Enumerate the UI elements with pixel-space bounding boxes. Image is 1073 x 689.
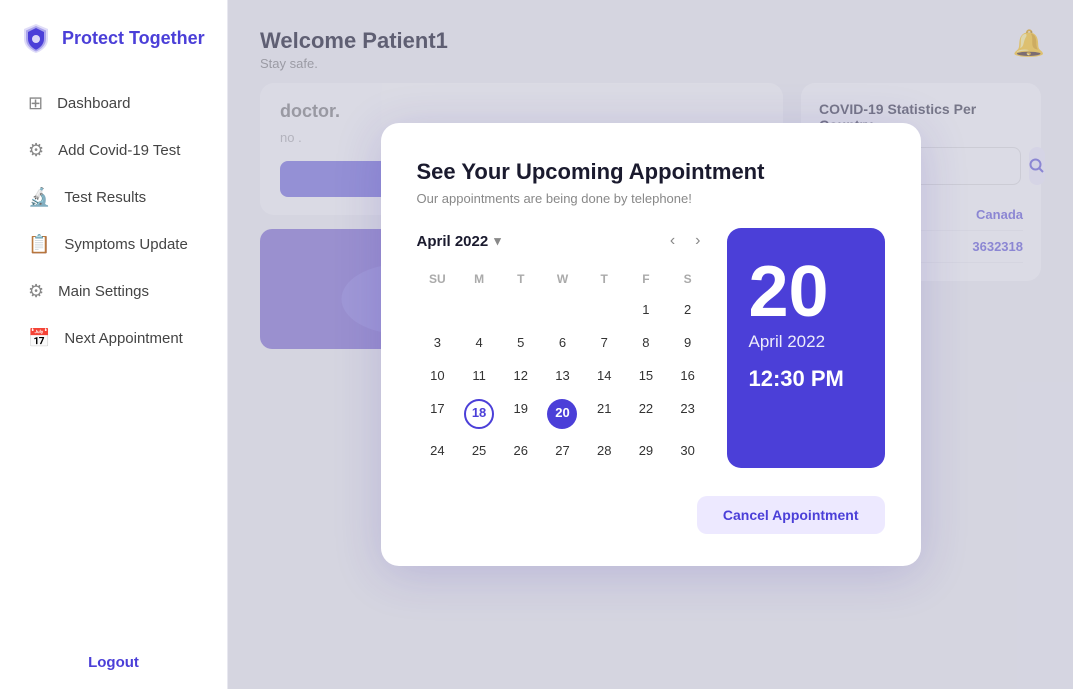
cal-day-header: W (542, 268, 584, 294)
sidebar-item-label: Next Appointment (64, 330, 182, 347)
cal-cell[interactable]: 13 (542, 360, 584, 393)
month-selector[interactable]: April 2022 ▾ (417, 233, 501, 250)
cal-cell[interactable]: 4 (458, 327, 500, 360)
sidebar-item-settings[interactable]: ⚙ Main Settings (12, 270, 215, 313)
sidebar-item-test-results[interactable]: 🔬 Test Results (12, 176, 215, 219)
cal-cell[interactable]: 23 (667, 393, 709, 435)
modal-title: See Your Upcoming Appointment (417, 159, 885, 185)
test-results-icon: 🔬 (28, 187, 50, 208)
appointment-info-panel: 20 April 2022 12:30 PM (727, 228, 885, 467)
sidebar-item-label: Test Results (64, 189, 146, 206)
sidebar-item-symptoms[interactable]: 📋 Symptoms Update (12, 223, 215, 266)
dashboard-icon: ⊞ (28, 93, 43, 114)
appt-month-year: April 2022 (749, 332, 826, 352)
cal-day-header: T (500, 268, 542, 294)
sidebar-item-label: Symptoms Update (64, 236, 187, 253)
cal-cell[interactable]: 27 (542, 435, 584, 468)
calendar-grid: SUMTWTFS12345678910111213141516171819202… (417, 268, 709, 467)
month-label: April 2022 (417, 233, 489, 250)
cal-cell[interactable]: 12 (500, 360, 542, 393)
cal-cell[interactable]: 15 (625, 360, 667, 393)
cal-cell[interactable]: 26 (500, 435, 542, 468)
cal-cell (583, 294, 625, 327)
cal-cell[interactable]: 24 (417, 435, 459, 468)
shield-icon (20, 22, 52, 54)
cal-cell[interactable]: 5 (500, 327, 542, 360)
logout-button[interactable]: Logout (0, 636, 227, 689)
cal-cell[interactable]: 9 (667, 327, 709, 360)
appointment-modal: See Your Upcoming Appointment Our appoin… (381, 123, 921, 565)
cal-cell[interactable]: 22 (625, 393, 667, 435)
cal-cell[interactable]: 8 (625, 327, 667, 360)
sidebar-item-label: Add Covid-19 Test (58, 142, 180, 159)
modal-subtitle: Our appointments are being done by telep… (417, 191, 885, 206)
cal-day-header: F (625, 268, 667, 294)
cal-day-header: S (667, 268, 709, 294)
cal-cell[interactable]: 28 (583, 435, 625, 468)
cal-cell[interactable]: 2 (667, 294, 709, 327)
appt-time: 12:30 PM (749, 366, 844, 392)
cal-cell[interactable]: 16 (667, 360, 709, 393)
cal-cell[interactable]: 25 (458, 435, 500, 468)
sidebar: Protect Together ⊞ Dashboard ⚙ Add Covid… (0, 0, 228, 689)
cal-cell[interactable]: 29 (625, 435, 667, 468)
appt-day: 20 (749, 256, 829, 328)
sidebar-item-label: Dashboard (57, 95, 130, 112)
prev-month-button[interactable]: ‹ (662, 228, 683, 254)
symptoms-icon: 📋 (28, 234, 50, 255)
cal-cell (500, 294, 542, 327)
sidebar-nav: ⊞ Dashboard ⚙ Add Covid-19 Test 🔬 Test R… (0, 72, 227, 636)
cal-cell[interactable]: 1 (625, 294, 667, 327)
cal-cell (458, 294, 500, 327)
dropdown-icon: ▾ (494, 233, 501, 249)
cal-cell[interactable]: 20 (547, 399, 577, 429)
cal-cell[interactable]: 6 (542, 327, 584, 360)
next-month-button[interactable]: › (687, 228, 708, 254)
cal-cell[interactable]: 18 (458, 393, 500, 435)
cal-cell[interactable]: 7 (583, 327, 625, 360)
cal-cell (417, 294, 459, 327)
sidebar-item-appointment[interactable]: 📅 Next Appointment (12, 317, 215, 360)
modal-footer: Cancel Appointment (417, 496, 885, 534)
cal-day-header: SU (417, 268, 459, 294)
appointment-icon: 📅 (28, 328, 50, 349)
calendar: April 2022 ▾ ‹ › SUMTWTFS123456789101112… (417, 228, 709, 467)
app-title: Protect Together (62, 28, 205, 49)
modal-overlay: See Your Upcoming Appointment Our appoin… (228, 0, 1073, 689)
cal-day-header: T (583, 268, 625, 294)
sidebar-item-covid-test[interactable]: ⚙ Add Covid-19 Test (12, 129, 215, 172)
calendar-header: April 2022 ▾ ‹ › (417, 228, 709, 254)
cal-day-header: M (458, 268, 500, 294)
settings-icon: ⚙ (28, 281, 44, 302)
sidebar-item-label: Main Settings (58, 283, 149, 300)
covid-test-icon: ⚙ (28, 140, 44, 161)
sidebar-item-dashboard[interactable]: ⊞ Dashboard (12, 82, 215, 125)
cal-cell[interactable]: 30 (667, 435, 709, 468)
cal-cell[interactable]: 10 (417, 360, 459, 393)
cancel-appointment-button[interactable]: Cancel Appointment (697, 496, 885, 534)
cal-cell[interactable]: 17 (417, 393, 459, 435)
main-content: Welcome Patient1 Stay safe. 🔔 doctor. no… (228, 0, 1073, 689)
cal-cell[interactable]: 21 (583, 393, 625, 435)
cal-cell[interactable]: 14 (583, 360, 625, 393)
cal-cell[interactable]: 11 (458, 360, 500, 393)
cal-cell (542, 294, 584, 327)
modal-body: April 2022 ▾ ‹ › SUMTWTFS123456789101112… (417, 228, 885, 467)
cal-cell[interactable]: 3 (417, 327, 459, 360)
logo-area: Protect Together (0, 0, 227, 72)
cal-cell[interactable]: 19 (500, 393, 542, 435)
